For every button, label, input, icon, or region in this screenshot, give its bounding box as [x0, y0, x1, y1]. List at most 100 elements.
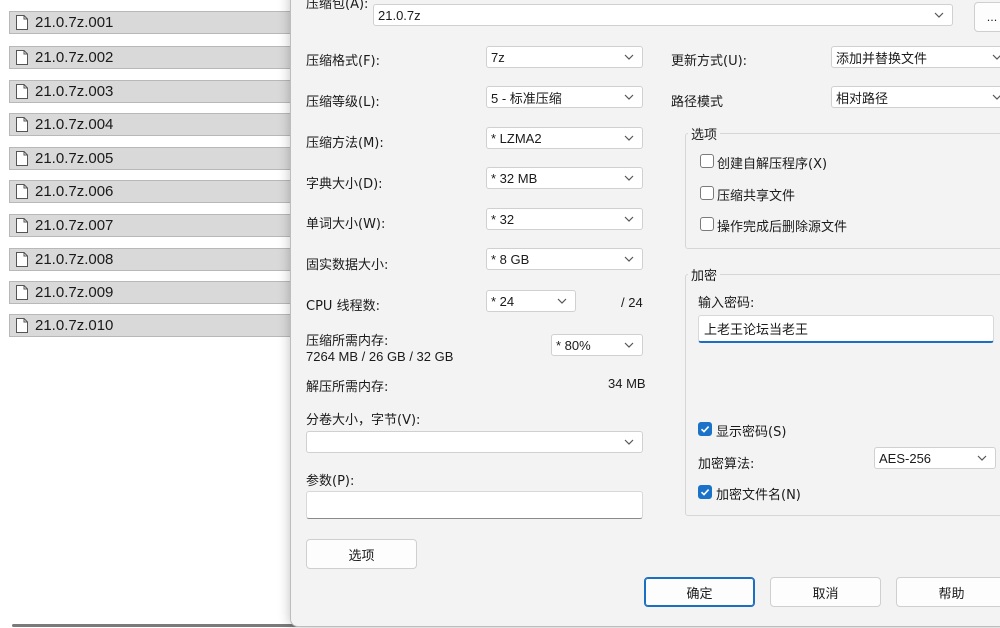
file-icon: [16, 50, 28, 65]
file-icon: [16, 184, 28, 199]
add-to-archive-dialog: 压缩包(A): 21.0.7z ... 压缩格式(F): 7z 压缩等级(L):…: [290, 0, 1000, 627]
format-value: 7z: [491, 49, 505, 65]
encrypt-filenames-label: 加密文件名(N): [716, 488, 801, 503]
method-label: 压缩方法(M):: [306, 136, 384, 151]
path-mode-combo[interactable]: 相对路径: [831, 86, 1000, 108]
word-size-value: * 32: [491, 211, 515, 227]
help-button[interactable]: 帮助: [896, 577, 1000, 607]
show-password-checkbox[interactable]: [698, 422, 712, 436]
compress-memory-label: 压缩所需内存:: [306, 334, 389, 349]
dictionary-label: 字典大小(D):: [306, 177, 383, 192]
file-row[interactable]: 21.0.7z.002: [9, 46, 309, 69]
update-mode-combo[interactable]: 添加并替换文件: [831, 46, 1000, 68]
file-name: 21.0.7z.009: [35, 284, 114, 301]
options-button[interactable]: 选项: [306, 539, 417, 569]
browse-button[interactable]: ...: [974, 2, 1000, 32]
update-mode-label: 更新方式(U):: [671, 54, 748, 69]
parameters-input[interactable]: [306, 491, 643, 519]
encryption-method-label: 加密算法:: [698, 457, 755, 472]
show-password-label: 显示密码(S): [716, 425, 787, 440]
file-name: 21.0.7z.008: [35, 251, 114, 268]
encryption-method-value: AES-256: [879, 450, 932, 466]
parameters-label: 参数(P):: [306, 474, 355, 489]
cancel-button[interactable]: 取消: [770, 577, 881, 607]
word-size-label: 单词大小(W):: [306, 217, 386, 232]
path-mode-value: 相对路径: [836, 90, 889, 106]
ok-button[interactable]: 确定: [644, 577, 755, 607]
file-row[interactable]: 21.0.7z.006: [9, 180, 309, 203]
solid-size-combo[interactable]: * 8 GB: [486, 248, 643, 270]
chevron-down-icon: [624, 216, 634, 222]
format-combo[interactable]: 7z: [486, 46, 643, 68]
file-icon: [16, 15, 28, 30]
sfx-label: 创建自解压程序(X): [717, 157, 828, 172]
file-row[interactable]: 21.0.7z.009: [9, 281, 309, 304]
checkmark-icon: [700, 489, 710, 496]
shared-files-label: 压缩共享文件: [717, 189, 796, 204]
options-group-title: 选项: [688, 124, 721, 143]
file-row[interactable]: 21.0.7z.008: [9, 248, 309, 271]
chevron-down-icon: [624, 54, 634, 60]
password-input[interactable]: 上老王论坛当老王: [698, 315, 994, 343]
password-label: 输入密码:: [698, 296, 755, 311]
method-combo[interactable]: * LZMA2: [486, 127, 643, 149]
encryption-group-title: 加密: [688, 265, 721, 284]
threads-value: * 24: [491, 293, 515, 309]
chevron-down-icon: [992, 94, 1000, 100]
file-name: 21.0.7z.007: [35, 217, 114, 234]
encrypt-filenames-checkbox[interactable]: [698, 485, 712, 499]
chevron-down-icon: [992, 54, 1000, 60]
file-name: 21.0.7z.010: [35, 317, 114, 334]
chevron-down-icon: [934, 12, 944, 18]
decompress-memory-value: 34 MB: [608, 376, 646, 391]
chevron-down-icon: [624, 94, 634, 100]
file-row[interactable]: 21.0.7z.001: [9, 11, 309, 34]
delete-source-checkbox[interactable]: [700, 217, 714, 231]
delete-source-label: 操作完成后删除源文件: [717, 220, 848, 235]
threads-max: / 24: [621, 295, 643, 310]
file-name: 21.0.7z.006: [35, 183, 114, 200]
chevron-down-icon: [557, 298, 567, 304]
file-name: 21.0.7z.001: [35, 14, 114, 31]
chevron-down-icon: [624, 342, 634, 348]
file-name: 21.0.7z.005: [35, 150, 114, 167]
file-row[interactable]: 21.0.7z.007: [9, 214, 309, 237]
chevron-down-icon: [624, 439, 634, 445]
threads-combo[interactable]: * 24: [486, 290, 576, 312]
decompress-memory-label: 解压所需内存:: [306, 380, 389, 395]
archive-label: 压缩包(A):: [306, 0, 369, 12]
dictionary-value: * 32 MB: [491, 170, 538, 186]
encryption-method-combo[interactable]: AES-256: [874, 447, 996, 469]
volume-size-label: 分卷大小，字节(V):: [306, 413, 421, 428]
file-name: 21.0.7z.004: [35, 116, 114, 133]
shared-files-checkbox[interactable]: [700, 186, 714, 200]
checkmark-icon: [700, 426, 710, 433]
file-row[interactable]: 21.0.7z.010: [9, 314, 309, 337]
memory-usage-value: * 80%: [556, 337, 591, 353]
archive-name-combo[interactable]: 21.0.7z: [373, 4, 953, 26]
level-combo[interactable]: 5 - 标准压缩: [486, 86, 643, 108]
file-row[interactable]: 21.0.7z.003: [9, 80, 309, 103]
chevron-down-icon: [977, 455, 987, 461]
volume-size-combo[interactable]: [306, 431, 643, 453]
compress-memory-detail: 7264 MB / 26 GB / 32 GB: [306, 349, 454, 364]
solid-size-label: 固实数据大小:: [306, 258, 389, 273]
file-list: 21.0.7z.001 21.0.7z.002 21.0.7z.003 21.0…: [0, 0, 309, 628]
chevron-down-icon: [624, 135, 634, 141]
solid-size-value: * 8 GB: [491, 251, 530, 267]
update-mode-value: 添加并替换文件: [836, 50, 928, 66]
memory-usage-combo[interactable]: * 80%: [551, 334, 643, 356]
dictionary-combo[interactable]: * 32 MB: [486, 167, 643, 189]
format-label: 压缩格式(F):: [306, 54, 381, 69]
word-size-combo[interactable]: * 32: [486, 208, 643, 230]
sfx-checkbox[interactable]: [700, 154, 714, 168]
file-row[interactable]: 21.0.7z.004: [9, 113, 309, 136]
file-icon: [16, 252, 28, 267]
level-value: 5 - 标准压缩: [491, 90, 562, 106]
chevron-down-icon: [624, 175, 634, 181]
file-row[interactable]: 21.0.7z.005: [9, 147, 309, 170]
threads-label: CPU 线程数:: [306, 299, 380, 314]
level-label: 压缩等级(L):: [306, 95, 380, 110]
file-icon: [16, 218, 28, 233]
file-icon: [16, 117, 28, 132]
